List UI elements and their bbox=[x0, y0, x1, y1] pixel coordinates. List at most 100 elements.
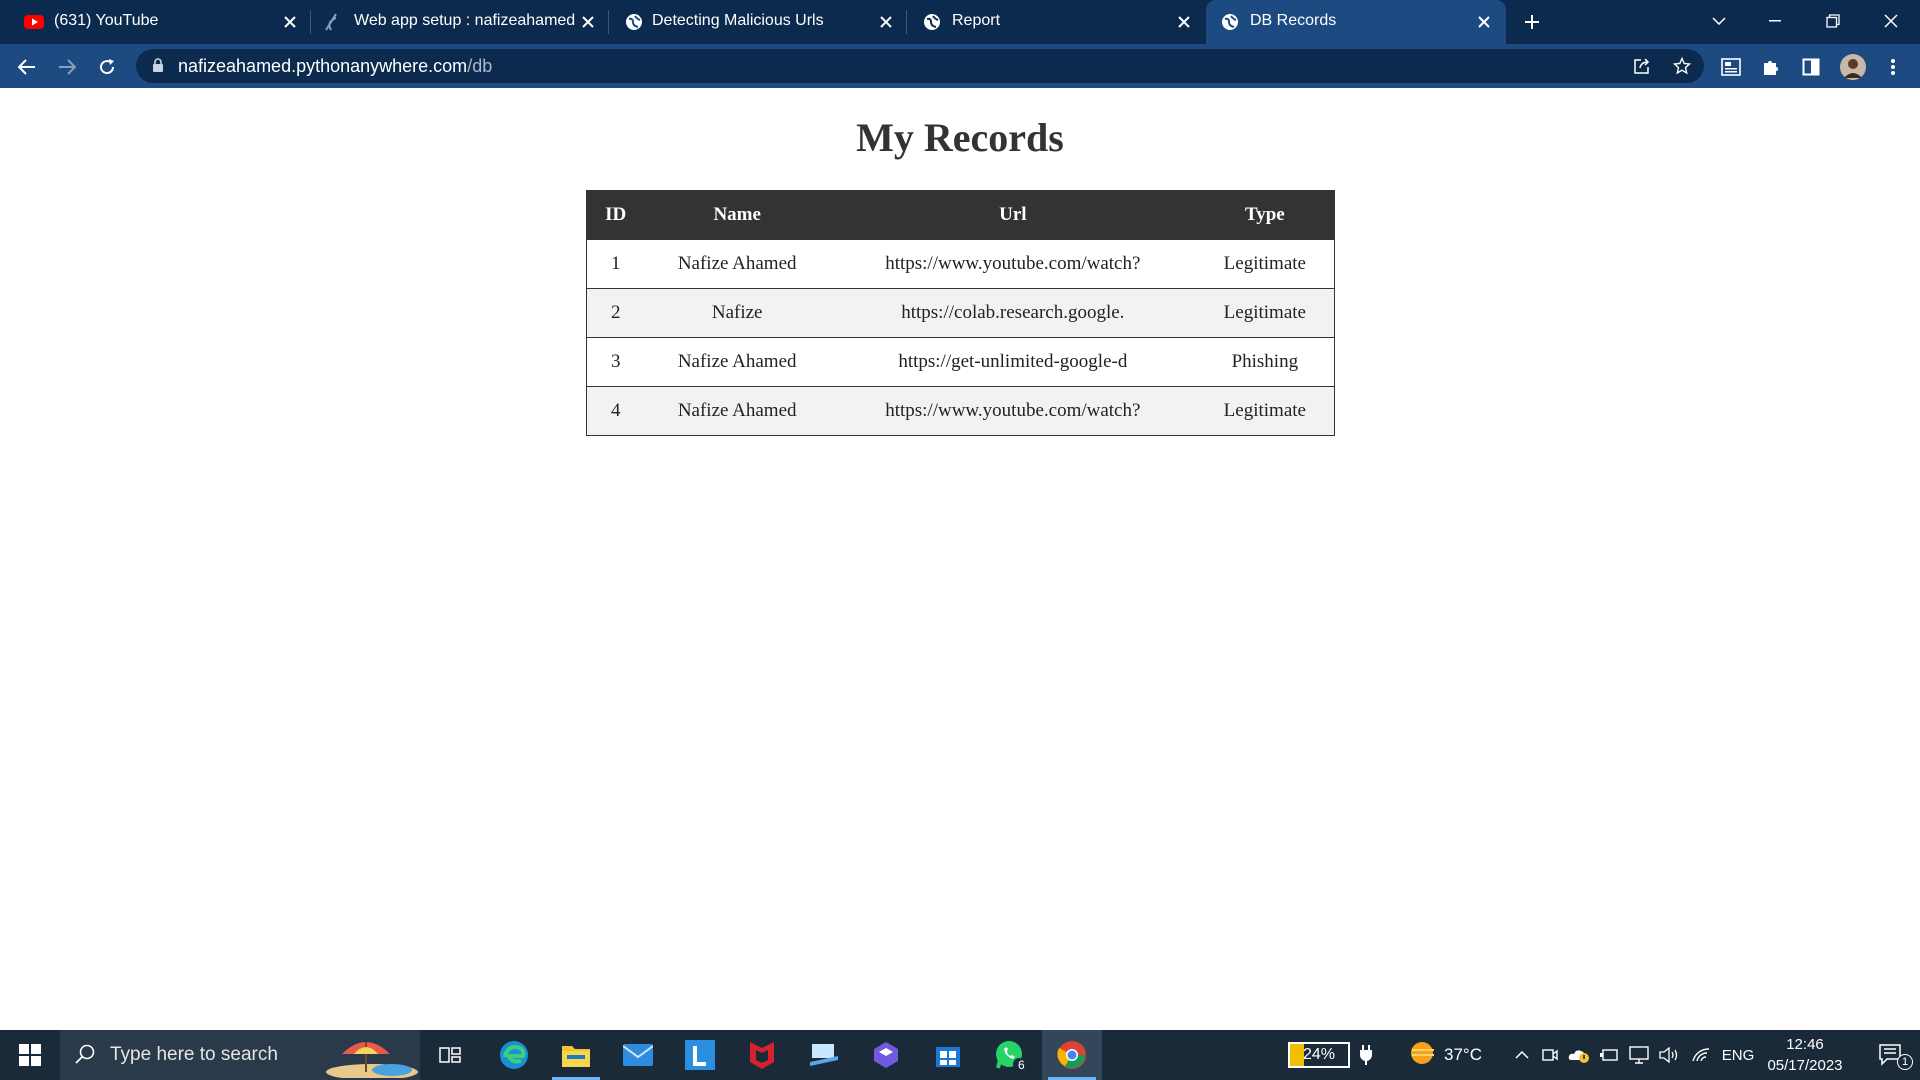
temperature: 37°C bbox=[1444, 1045, 1482, 1064]
globe-icon bbox=[624, 12, 644, 32]
edge-icon[interactable] bbox=[488, 1030, 540, 1080]
header-url: Url bbox=[830, 190, 1196, 240]
globe-icon bbox=[1220, 12, 1240, 32]
forward-button[interactable] bbox=[52, 52, 82, 82]
close-icon[interactable] bbox=[1472, 10, 1496, 34]
clock-time: 12:46 bbox=[1786, 1036, 1824, 1053]
puzzle-icon[interactable] bbox=[1756, 52, 1786, 82]
cell-name: Nafize Ahamed bbox=[644, 239, 830, 289]
copilot-icon[interactable] bbox=[860, 1030, 912, 1080]
onedrive-warning-icon[interactable] bbox=[1566, 1030, 1592, 1080]
tab-search-chevron-icon[interactable] bbox=[1702, 6, 1736, 36]
tab-db-records[interactable]: DB Records bbox=[1206, 0, 1506, 44]
minimize-button[interactable] bbox=[1758, 6, 1792, 36]
whatsapp-icon[interactable]: 6 bbox=[984, 1030, 1036, 1080]
browser-toolbar: nafizeahamed.pythonanywhere.com/db bbox=[0, 44, 1920, 88]
new-tab-button[interactable] bbox=[1518, 8, 1546, 36]
whatsapp-badge: 6 bbox=[1018, 1058, 1025, 1072]
header-type: Type bbox=[1195, 190, 1335, 240]
mail-icon[interactable] bbox=[612, 1030, 664, 1080]
close-icon[interactable] bbox=[278, 10, 302, 34]
share-icon[interactable] bbox=[1631, 55, 1653, 77]
tab-separator bbox=[608, 10, 609, 34]
tab-separator bbox=[906, 10, 907, 34]
weather-widget[interactable]: 37°C bbox=[1400, 1030, 1490, 1080]
beach-umbrella-icon bbox=[322, 1032, 418, 1080]
store-icon[interactable] bbox=[922, 1030, 974, 1080]
more-menu-icon[interactable] bbox=[1878, 52, 1908, 82]
bookmark-star-icon[interactable] bbox=[1671, 55, 1693, 77]
cell-id: 1 bbox=[586, 239, 645, 289]
battery-percent: 24% bbox=[1302, 1046, 1336, 1063]
tab-title: (631) YouTube bbox=[54, 12, 159, 29]
lock-icon[interactable] bbox=[152, 58, 164, 78]
cell-type: Phishing bbox=[1195, 337, 1335, 387]
youtube-icon bbox=[24, 12, 44, 32]
tab-title: Report bbox=[952, 12, 1001, 29]
tab-detecting-malicious-urls[interactable]: Detecting Malicious Urls bbox=[610, 0, 906, 44]
chrome-icon[interactable] bbox=[1042, 1030, 1102, 1080]
cell-url: https://www.youtube.com/watch? bbox=[830, 386, 1196, 436]
cell-url: https://www.youtube.com/watch? bbox=[830, 239, 1196, 289]
usb-device-icon[interactable] bbox=[1596, 1030, 1622, 1080]
search-icon bbox=[74, 1043, 96, 1070]
tab-strip: (631) YouTube Web app setup : nafizeaham… bbox=[0, 0, 1920, 44]
tab-web-app-setup[interactable]: Web app setup : nafizeahamed : bbox=[312, 0, 608, 44]
tab-title: DB Records bbox=[1250, 12, 1337, 29]
close-icon[interactable] bbox=[1172, 10, 1196, 34]
url-path: /db bbox=[467, 56, 493, 76]
table-row: 3 Nafize Ahamed https://get-unlimited-go… bbox=[586, 337, 1335, 387]
cell-type: Legitimate bbox=[1195, 288, 1335, 338]
taskbar-search-box[interactable]: Type here to search bbox=[60, 1030, 420, 1080]
cell-id: 2 bbox=[586, 288, 645, 338]
file-explorer-icon[interactable] bbox=[550, 1030, 602, 1080]
back-button[interactable] bbox=[12, 52, 42, 82]
tab-report[interactable]: Report bbox=[908, 0, 1204, 44]
display-icon[interactable] bbox=[1626, 1030, 1652, 1080]
clock[interactable]: 12:46 05/17/2023 bbox=[1762, 1034, 1848, 1076]
notification-badge: 1 bbox=[1897, 1054, 1913, 1070]
l-app-icon[interactable] bbox=[674, 1030, 726, 1080]
address-bar[interactable]: nafizeahamed.pythonanywhere.com/db bbox=[136, 49, 1704, 83]
wifi-icon[interactable] bbox=[1688, 1030, 1714, 1080]
restore-button[interactable] bbox=[1816, 6, 1850, 36]
language-indicator[interactable]: ENG bbox=[1718, 1030, 1758, 1080]
side-panel-icon[interactable] bbox=[1796, 52, 1826, 82]
cell-type: Legitimate bbox=[1195, 239, 1335, 289]
extension-icon[interactable] bbox=[1716, 52, 1746, 82]
globe-icon bbox=[922, 12, 942, 32]
meet-now-icon[interactable] bbox=[1538, 1030, 1562, 1080]
volume-icon[interactable] bbox=[1656, 1030, 1682, 1080]
tab-title: Web app setup : nafizeahamed : bbox=[354, 12, 576, 29]
cell-id: 3 bbox=[586, 337, 645, 387]
header-id: ID bbox=[586, 190, 645, 240]
table-row: 1 Nafize Ahamed https://www.youtube.com/… bbox=[586, 239, 1335, 289]
chevron-up-icon[interactable] bbox=[1510, 1030, 1534, 1080]
mcafee-icon[interactable] bbox=[736, 1030, 788, 1080]
close-icon[interactable] bbox=[874, 10, 898, 34]
page-title: My Records bbox=[856, 115, 1064, 160]
battery-indicator[interactable]: 24% bbox=[1288, 1042, 1350, 1068]
pythonanywhere-icon bbox=[322, 12, 342, 32]
notification-center-icon[interactable]: 1 bbox=[1866, 1030, 1916, 1080]
records-table: ID Name Url Type 1 Nafize Ahamed https:/… bbox=[586, 190, 1335, 436]
table-row: 2 Nafize https://colab.research.google. … bbox=[586, 288, 1335, 338]
cell-name: Nafize Ahamed bbox=[644, 386, 830, 436]
remote-desktop-icon[interactable] bbox=[798, 1030, 850, 1080]
charging-plug-icon bbox=[1354, 1030, 1378, 1080]
close-icon[interactable] bbox=[576, 10, 600, 34]
table-header-row: ID Name Url Type bbox=[586, 190, 1335, 240]
cell-type: Legitimate bbox=[1195, 386, 1335, 436]
reload-button[interactable] bbox=[92, 52, 122, 82]
cell-name: Nafize Ahamed bbox=[644, 337, 830, 387]
url-host: nafizeahamed.pythonanywhere.com bbox=[178, 56, 468, 76]
task-view-icon[interactable] bbox=[428, 1030, 472, 1080]
start-button[interactable] bbox=[0, 1030, 60, 1080]
cell-name: Nafize bbox=[644, 288, 830, 338]
weather-sun-icon bbox=[1408, 1041, 1438, 1070]
close-window-button[interactable] bbox=[1874, 6, 1908, 36]
tab-youtube[interactable]: (631) YouTube bbox=[8, 0, 308, 44]
avatar[interactable] bbox=[1838, 52, 1868, 82]
page-content: My Records ID Name Url Type 1 Nafize Aha… bbox=[0, 88, 1920, 1030]
cell-url: https://get-unlimited-google-d bbox=[830, 337, 1196, 387]
